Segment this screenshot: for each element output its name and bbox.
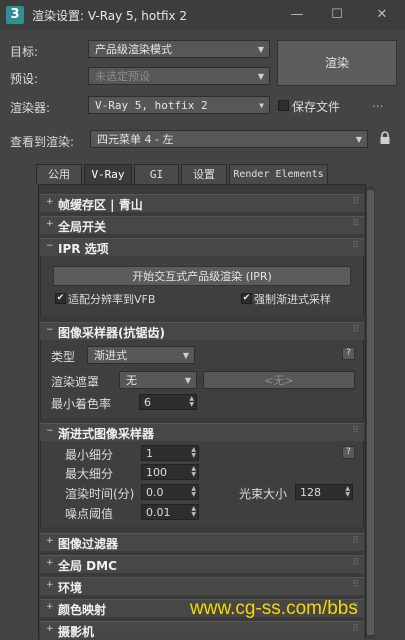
tab-gi[interactable]: GI xyxy=(134,164,179,184)
chevron-down-icon: ▼ xyxy=(257,72,264,81)
grip-icon: ⠿ xyxy=(352,325,359,335)
view-to-render-label: 查看到渲染: xyxy=(10,135,75,149)
noise-threshold-input[interactable]: 0.01 ▲ ▼ xyxy=(141,504,199,520)
tab-render-elements[interactable]: Render Elements xyxy=(229,164,328,184)
help-icon[interactable]: ? xyxy=(342,446,355,459)
bundle-size-input[interactable]: 128 ▲ ▼ xyxy=(295,484,353,500)
tab-vray[interactable]: V-Ray xyxy=(84,164,132,186)
min-shading-label: 最小着色率 xyxy=(51,397,112,411)
spinner-icon[interactable]: ▲ ▼ xyxy=(345,486,350,498)
preset-dropdown[interactable]: 未选定预设 ▼ xyxy=(88,67,270,85)
grip-icon: ⠿ xyxy=(352,536,359,546)
spinner-icon[interactable]: ▲ ▼ xyxy=(191,466,196,478)
force-progressive-label: 强制渐进式采样 xyxy=(254,293,331,306)
tab-common[interactable]: 公用 xyxy=(36,164,82,184)
grip-icon: ⠿ xyxy=(352,558,359,568)
help-icon[interactable]: ? xyxy=(342,347,355,360)
expand-icon: + xyxy=(46,558,54,568)
image-sampler-section: 类型 渐进式 ▼ ? 渲染遮罩 无 ▼ <无> 最小着色率 6 ▲ ▼ xyxy=(40,340,364,418)
save-file-checkbox[interactable] xyxy=(278,100,289,111)
expand-icon: + xyxy=(46,536,54,546)
renderer-label: 渲染器: xyxy=(10,101,51,115)
render-mask-label: 渲染遮罩 xyxy=(51,375,100,389)
collapse-icon: − xyxy=(46,325,54,335)
expand-icon: + xyxy=(46,602,54,612)
min-subdivs-label: 最小细分 xyxy=(65,448,114,462)
rollout-global-switches[interactable]: + 全局开关 ⠿ xyxy=(40,216,364,234)
max-subdivs-input[interactable]: 100 ▲ ▼ xyxy=(141,464,199,480)
force-progressive-checkbox[interactable]: ✔ xyxy=(241,293,252,304)
render-mask-object-button[interactable]: <无> xyxy=(203,371,355,389)
rollout-image-filter[interactable]: + 图像过滤器 ⠿ xyxy=(40,533,364,551)
collapse-icon: − xyxy=(46,241,54,251)
rollout-image-sampler[interactable]: − 图像采样器(抗锯齿) ⠿ xyxy=(40,322,364,340)
renderer-dropdown[interactable]: V-Ray 5, hotfix 2 ▼ xyxy=(88,96,270,114)
rollout-global-dmc[interactable]: + 全局 DMC ⠿ xyxy=(40,555,364,573)
fit-vfb-checkbox[interactable]: ✔ xyxy=(55,293,66,304)
chevron-down-icon: ▼ xyxy=(184,376,191,385)
fit-vfb-label: 适配分辨率到VFB xyxy=(68,293,156,306)
app-icon: 3 xyxy=(6,6,24,24)
render-mask-dropdown[interactable]: 无 ▼ xyxy=(119,371,197,389)
preset-label: 预设: xyxy=(10,72,39,86)
noise-threshold-label: 噪点阈值 xyxy=(65,507,114,521)
rollout-progressive-sampler[interactable]: − 渐进式图像采样器 ⠿ xyxy=(40,423,364,441)
scrollbar-thumb[interactable] xyxy=(367,190,374,635)
chevron-down-icon: ▼ xyxy=(259,101,264,110)
chevron-down-icon: ▼ xyxy=(182,351,189,360)
grip-icon: ⠿ xyxy=(352,580,359,590)
max-subdivs-label: 最大细分 xyxy=(65,467,114,481)
ipr-section: 开始交互式产品级渲染 (IPR) ✔ 适配分辨率到VFB ✔ 强制渐进式采样 xyxy=(40,256,364,316)
spinner-icon[interactable]: ▲ ▼ xyxy=(191,447,196,459)
browse-button[interactable]: ... xyxy=(372,96,383,110)
render-time-input[interactable]: 0.0 ▲ ▼ xyxy=(141,484,199,500)
rollout-environment[interactable]: + 环境 ⠿ xyxy=(40,577,364,595)
grip-icon: ⠿ xyxy=(352,624,359,634)
rollout-camera[interactable]: + 摄影机 ⠿ xyxy=(40,621,364,639)
window-title: 渲染设置: V-Ray 5, hotfix 2 xyxy=(32,9,188,23)
render-button[interactable]: 渲染 xyxy=(277,40,397,86)
close-icon[interactable]: ✕ xyxy=(368,4,396,26)
grip-icon: ⠿ xyxy=(352,241,359,251)
chevron-down-icon: ▼ xyxy=(355,135,362,144)
grip-icon: ⠿ xyxy=(352,426,359,436)
bundle-size-label: 光束大小 xyxy=(239,487,288,501)
expand-icon: + xyxy=(46,219,54,229)
spinner-icon[interactable]: ▲ ▼ xyxy=(191,486,196,498)
chevron-down-icon: ▼ xyxy=(257,45,264,54)
collapse-icon: − xyxy=(46,426,54,436)
spinner-icon[interactable]: ▲ ▼ xyxy=(191,506,196,518)
tab-settings[interactable]: 设置 xyxy=(181,164,227,184)
render-time-label: 渲染时间(分) xyxy=(65,487,135,501)
sampler-type-label: 类型 xyxy=(51,350,76,364)
sampler-type-dropdown[interactable]: 渐进式 ▼ xyxy=(87,346,195,364)
maximize-icon[interactable]: ☐ xyxy=(323,4,351,26)
view-to-render-dropdown[interactable]: 四元菜单 4 - 左 ▼ xyxy=(90,130,368,148)
start-ipr-button[interactable]: 开始交互式产品级渲染 (IPR) xyxy=(53,266,351,286)
min-subdivs-input[interactable]: 1 ▲ ▼ xyxy=(141,445,199,461)
target-dropdown[interactable]: 产品级渲染模式 ▼ xyxy=(88,40,270,58)
progressive-section: 最小细分 1 ▲ ▼ ? 最大细分 100 ▲ ▼ 渲染时间(分) 0.0 ▲ ▼ 光束大小… xyxy=(40,441,364,527)
rollout-frame-buffer[interactable]: + 帧缓存区 | 青山 ⠿ xyxy=(40,194,364,212)
min-shading-input[interactable]: 6 ▲ ▼ xyxy=(139,394,197,410)
lock-icon[interactable] xyxy=(378,130,392,146)
expand-icon: + xyxy=(46,580,54,590)
rollout-ipr[interactable]: − IPR 选项 ⠿ xyxy=(40,238,364,256)
expand-icon: + xyxy=(46,624,54,634)
watermark-text: www.cg-ss.com/bbs xyxy=(190,598,358,619)
save-file-label: 保存文件 xyxy=(292,100,341,114)
grip-icon: ⠿ xyxy=(352,197,359,207)
spinner-icon[interactable]: ▲ ▼ xyxy=(189,396,194,408)
grip-icon: ⠿ xyxy=(352,219,359,229)
expand-icon: + xyxy=(46,197,54,207)
target-label: 目标: xyxy=(10,45,39,59)
minimize-icon[interactable]: — xyxy=(283,4,311,26)
